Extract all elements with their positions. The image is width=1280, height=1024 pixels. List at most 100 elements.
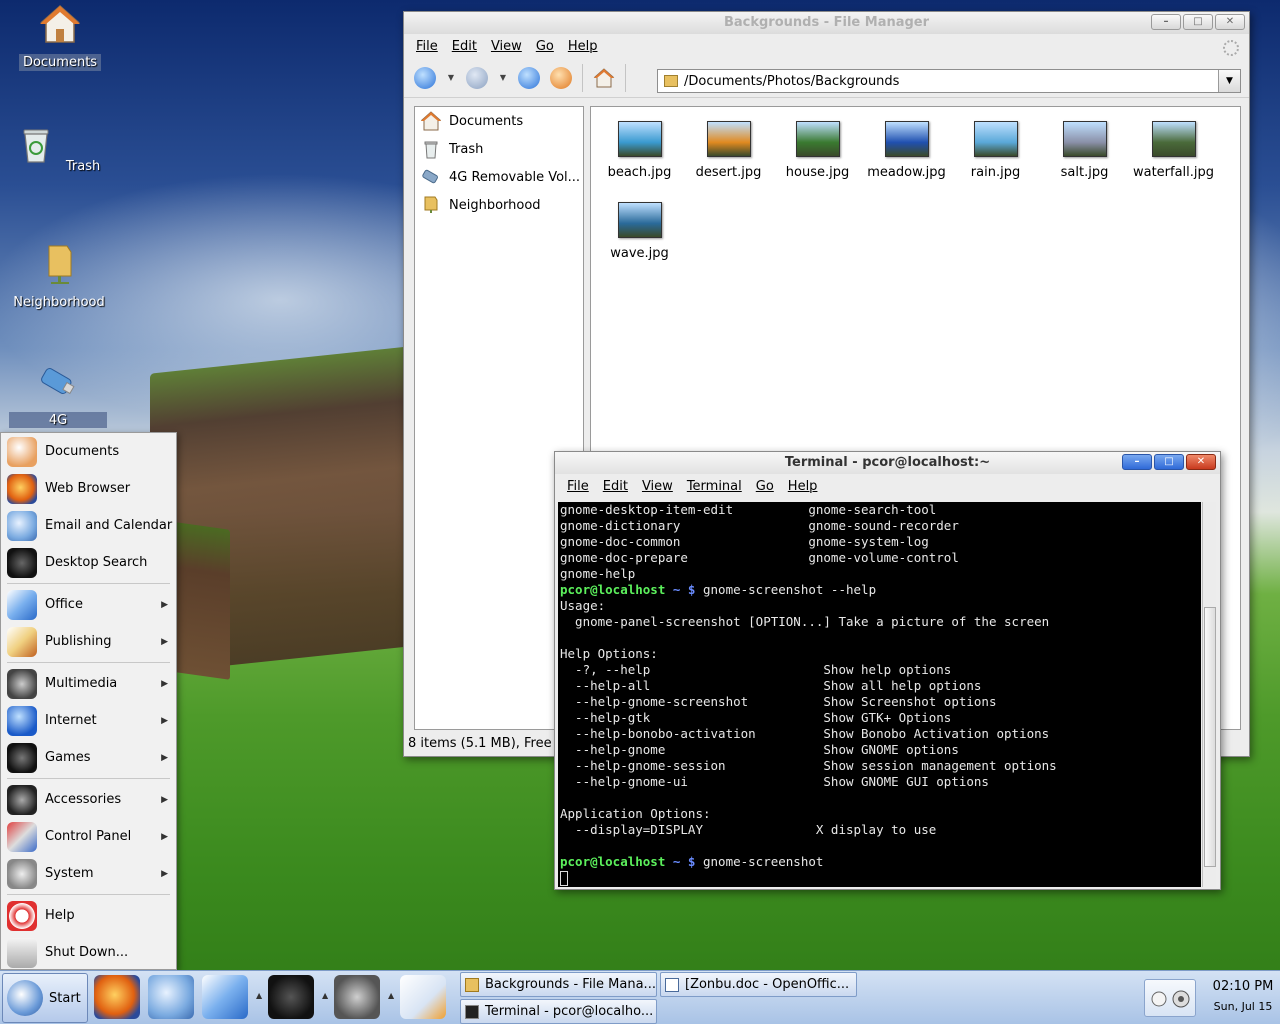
submenu-arrow-icon: ▶ bbox=[161, 831, 168, 842]
sidebar-item-neighborhood[interactable]: Neighborhood bbox=[415, 191, 583, 219]
desktop-icon-trash[interactable]: Trash bbox=[9, 122, 109, 175]
start-menu-item-accessories[interactable]: Accessories ▶ bbox=[1, 781, 176, 818]
location-dropdown-button[interactable]: ▼ bbox=[1218, 70, 1240, 92]
start-menu-item-shut-down[interactable]: Shut Down... bbox=[1, 934, 176, 971]
terminal-output[interactable]: gnome-desktop-item-edit gnome-search-too… bbox=[558, 502, 1201, 887]
start-menu-label: Desktop Search bbox=[45, 555, 148, 570]
file-manager-menubar: File Edit View Go Help bbox=[404, 34, 1249, 58]
start-menu-item-desktop-search[interactable]: Desktop Search bbox=[1, 544, 176, 581]
file-item[interactable]: beach.jpg bbox=[595, 119, 684, 200]
file-item[interactable]: desert.jpg bbox=[684, 119, 773, 200]
menu-edit[interactable]: Edit bbox=[603, 479, 628, 494]
submenu-arrow-icon: ▶ bbox=[161, 678, 168, 689]
menu-view[interactable]: View bbox=[491, 39, 522, 54]
maximize-button[interactable]: □ bbox=[1154, 454, 1184, 470]
start-menu-label: Games bbox=[45, 750, 91, 765]
start-menu-item-web-browser[interactable]: Web Browser bbox=[1, 470, 176, 507]
terminal-text: gnome-screenshot bbox=[703, 854, 824, 869]
network-folder-icon bbox=[48, 245, 72, 284]
start-menu-label: Accessories bbox=[45, 792, 122, 807]
publishing-launcher-icon[interactable] bbox=[400, 975, 446, 1019]
submenu-arrow-icon: ▶ bbox=[161, 636, 168, 647]
terminal-titlebar[interactable]: Terminal - pcor@localhost:~ – □ ✕ bbox=[555, 452, 1220, 474]
start-menu-item-help[interactable]: Help bbox=[1, 897, 176, 934]
forward-history-dropdown[interactable]: ▼ bbox=[498, 73, 508, 82]
quicklaunch-arrow[interactable]: ▲ bbox=[388, 991, 394, 1000]
window-title: Backgrounds - File Manager bbox=[723, 15, 930, 30]
close-button[interactable]: ✕ bbox=[1186, 454, 1216, 470]
sidebar-item-trash[interactable]: Trash bbox=[415, 135, 583, 163]
start-menu-item-control-panel[interactable]: Control Panel ▶ bbox=[1, 818, 176, 855]
tray-icons bbox=[1151, 990, 1190, 1008]
terminal-line bbox=[560, 870, 1199, 886]
back-history-dropdown[interactable]: ▼ bbox=[446, 73, 456, 82]
location-bar[interactable]: /Documents/Photos/Backgrounds ▼ bbox=[657, 69, 1241, 93]
maximize-button[interactable]: □ bbox=[1183, 14, 1213, 30]
terminal-scrollbar[interactable] bbox=[1202, 502, 1216, 887]
start-menu-item-publishing[interactable]: Publishing ▶ bbox=[1, 623, 176, 660]
file-item[interactable]: house.jpg bbox=[773, 119, 862, 200]
office-launcher-icon[interactable] bbox=[202, 975, 248, 1019]
email-launcher-icon[interactable] bbox=[148, 975, 194, 1019]
start-menu-item-games[interactable]: Games ▶ bbox=[1, 739, 176, 776]
minimize-button[interactable]: – bbox=[1151, 14, 1181, 30]
start-menu-item-office[interactable]: Office ▶ bbox=[1, 586, 176, 623]
file-item[interactable]: meadow.jpg bbox=[862, 119, 951, 200]
start-menu-item-multimedia[interactable]: Multimedia ▶ bbox=[1, 665, 176, 702]
menu-help[interactable]: Help bbox=[788, 479, 818, 494]
submenu-arrow-icon: ▶ bbox=[161, 599, 168, 610]
start-button[interactable]: Start bbox=[2, 973, 88, 1023]
mouse-icon[interactable] bbox=[1151, 991, 1167, 1007]
up-arrow-icon[interactable] bbox=[518, 66, 540, 89]
multimedia-launcher-icon[interactable] bbox=[334, 975, 380, 1019]
reload-icon[interactable] bbox=[550, 66, 572, 89]
task-openoffice[interactable]: [Zonbu.doc - OpenOffic... bbox=[660, 972, 857, 997]
file-item[interactable]: rain.jpg bbox=[951, 119, 1040, 200]
menu-help[interactable]: Help bbox=[568, 39, 598, 54]
file-item[interactable]: waterfall.jpg bbox=[1129, 119, 1218, 200]
start-menu-item-system[interactable]: System ▶ bbox=[1, 855, 176, 892]
image-thumbnail bbox=[795, 121, 840, 157]
desktop-icon-removable-volume[interactable]: 4G Removable Volume bbox=[8, 360, 108, 432]
submenu-arrow-icon: ▶ bbox=[161, 752, 168, 763]
file-name: desert.jpg bbox=[695, 165, 762, 180]
menu-go[interactable]: Go bbox=[536, 39, 554, 54]
menu-edit[interactable]: Edit bbox=[452, 39, 477, 54]
prompt-user: pcor@localhost bbox=[560, 854, 666, 869]
start-menu-item-internet[interactable]: Internet ▶ bbox=[1, 702, 176, 739]
scrollbar-thumb[interactable] bbox=[1204, 607, 1216, 867]
sidebar-item-removable-volume[interactable]: 4G Removable Vol... bbox=[415, 163, 583, 191]
start-menu-item-email-and-calendar[interactable]: Email and Calendar bbox=[1, 507, 176, 544]
minimize-button[interactable]: – bbox=[1122, 454, 1152, 470]
multimedia-icon bbox=[7, 668, 37, 699]
menu-go[interactable]: Go bbox=[756, 479, 774, 494]
task-terminal[interactable]: Terminal - pcor@localho... bbox=[460, 999, 657, 1024]
home-icon[interactable] bbox=[593, 67, 615, 89]
sidebar-item-documents[interactable]: Documents bbox=[415, 107, 583, 135]
desktop-icon-neighborhood[interactable]: Neighborhood bbox=[9, 242, 109, 311]
location-path[interactable]: /Documents/Photos/Backgrounds bbox=[684, 74, 1218, 89]
back-arrow-icon[interactable] bbox=[414, 66, 436, 89]
quicklaunch-arrow[interactable]: ▲ bbox=[322, 991, 328, 1000]
clock[interactable]: 02:10 PM Sun, Jul 15 bbox=[1208, 975, 1278, 1013]
menu-file[interactable]: File bbox=[567, 479, 589, 494]
image-thumbnail bbox=[884, 121, 929, 157]
start-menu-item-documents[interactable]: Documents bbox=[1, 433, 176, 470]
terminal-text: --help-gtk Show GTK+ Options bbox=[560, 710, 952, 725]
menu-view[interactable]: View bbox=[642, 479, 673, 494]
file-item[interactable]: wave.jpg bbox=[595, 200, 684, 281]
binoculars-launcher-icon[interactable] bbox=[268, 975, 314, 1019]
firefox-launcher-icon[interactable] bbox=[94, 975, 140, 1019]
file-item[interactable]: salt.jpg bbox=[1040, 119, 1129, 200]
file-manager-titlebar[interactable]: Backgrounds - File Manager – □ ✕ bbox=[404, 12, 1249, 34]
menu-file[interactable]: File bbox=[416, 39, 438, 54]
terminal-line: --help-gnome Show GNOME options bbox=[560, 742, 1199, 758]
close-button[interactable]: ✕ bbox=[1215, 14, 1245, 30]
desktop-icon-documents[interactable]: Documents bbox=[10, 2, 110, 71]
tools-icon bbox=[7, 821, 37, 852]
task-file-manager[interactable]: Backgrounds - File Mana... bbox=[460, 972, 657, 997]
email-icon bbox=[7, 510, 37, 541]
forward-arrow-icon[interactable] bbox=[466, 66, 488, 89]
menu-terminal[interactable]: Terminal bbox=[687, 479, 742, 494]
quicklaunch-arrow[interactable]: ▲ bbox=[256, 991, 262, 1000]
